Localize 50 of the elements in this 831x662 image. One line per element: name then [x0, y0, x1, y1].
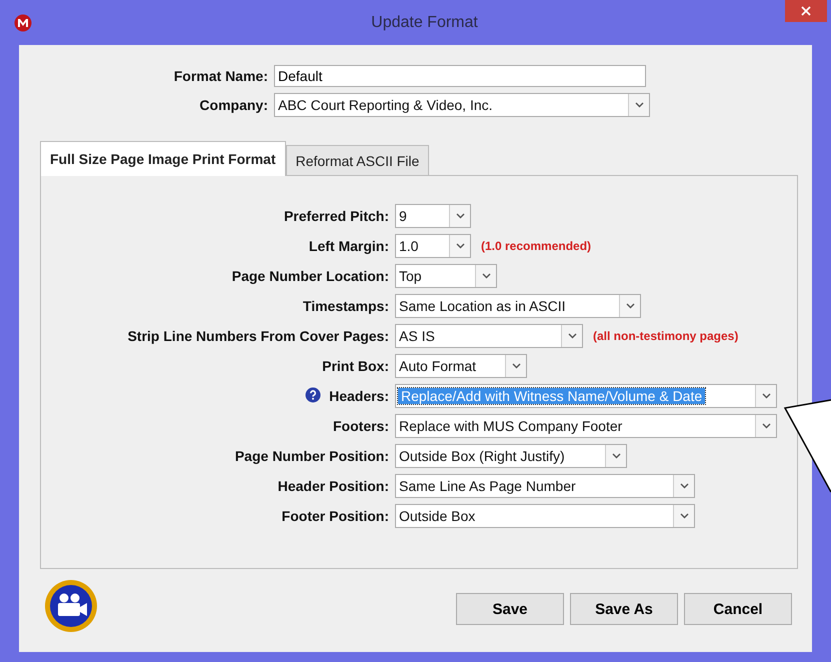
company-dropdown[interactable]: ABC Court Reporting & Video, Inc. [274, 93, 650, 117]
field-label: Format Name: [172, 68, 268, 84]
caret-icon [482, 273, 490, 279]
caret-icon [512, 363, 520, 369]
dropdown[interactable]: AS IS [395, 324, 583, 348]
caret-icon [568, 333, 576, 339]
caret-icon [634, 102, 644, 108]
caret-icon [680, 483, 688, 489]
close-icon [801, 6, 811, 16]
field-label: Header Position: [278, 478, 389, 494]
field-label: Footers: [333, 418, 389, 434]
dropdown[interactable]: 1.0 [395, 234, 471, 258]
dropdown[interactable]: Top [395, 264, 497, 288]
field-label: Headers: [329, 388, 389, 404]
dropdown[interactable]: Outside Box (Right Justify) [395, 444, 627, 468]
field-label: Timestamps: [302, 298, 389, 314]
help-icon[interactable] [305, 386, 322, 406]
caret-icon [680, 513, 688, 519]
dialog-button[interactable]: Save [456, 593, 564, 625]
dropdown[interactable]: Same Location as in ASCII [395, 294, 641, 318]
field-label: Print Box: [322, 358, 389, 374]
hint-text: (all non-testimony pages) [593, 329, 738, 343]
field-label: Footer Position: [282, 508, 389, 524]
video-camera-icon[interactable] [43, 579, 99, 633]
dropdown[interactable]: Outside Box [395, 504, 695, 528]
dropdown[interactable]: Auto Format [395, 354, 527, 378]
tab[interactable]: Full Size Page Image Print Format [40, 141, 286, 176]
caret-icon [612, 453, 620, 459]
dialog-button[interactable]: Cancel [684, 593, 792, 625]
dropdown[interactable]: 9 [395, 204, 471, 228]
dropdown[interactable]: Same Line As Page Number [395, 474, 695, 498]
field-label: Page Number Location: [232, 268, 389, 284]
caret-icon [456, 243, 464, 249]
caret-icon [762, 423, 770, 429]
field-label: Strip Line Numbers From Cover Pages: [128, 328, 389, 344]
field-label: Page Number Position: [234, 448, 389, 464]
tab[interactable]: Reformat ASCII File [286, 145, 430, 175]
format-name-field[interactable]: Default [274, 65, 646, 87]
caret-icon [626, 303, 634, 309]
caret-icon [456, 213, 464, 219]
caret-icon [762, 393, 770, 399]
window-title: Update Format [370, 14, 479, 32]
field-label: Left Margin: [308, 238, 389, 254]
dropdown[interactable]: Replace with MUS Company Footer [395, 414, 777, 438]
close-button[interactable] [785, 0, 827, 22]
app-logo-icon [14, 14, 32, 32]
field-label: Company: [198, 97, 268, 113]
dialog-button[interactable]: Save As [570, 593, 678, 625]
field-label: Preferred Pitch: [284, 208, 389, 224]
hint-text: (1.0 recommended) [481, 239, 592, 253]
